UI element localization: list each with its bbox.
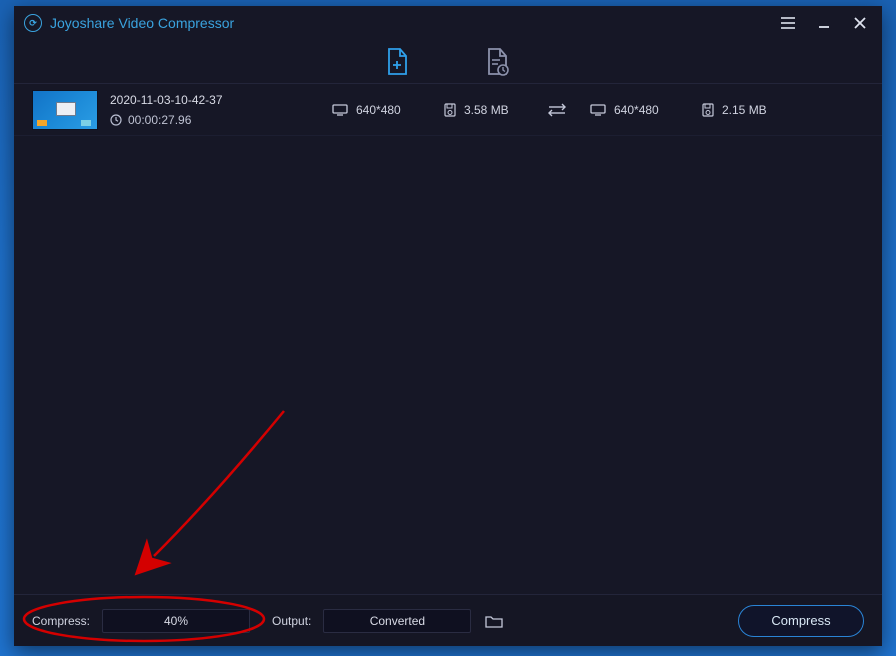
app-title: Joyoshare Video Compressor xyxy=(50,15,234,31)
compress-button[interactable]: Compress xyxy=(738,605,864,637)
disk-icon xyxy=(702,103,714,117)
file-duration-value: 00:00:27.96 xyxy=(128,113,191,127)
open-folder-button[interactable] xyxy=(483,610,505,632)
output-value-box[interactable]: Converted xyxy=(323,609,471,633)
titlebar: ⟳ Joyoshare Video Compressor xyxy=(14,6,882,40)
output-label: Output: xyxy=(272,614,311,628)
folder-icon xyxy=(485,614,503,628)
file-thumbnail xyxy=(32,90,98,130)
src-size: 3.58 MB xyxy=(444,103,524,117)
app-logo-icon: ⟳ xyxy=(24,14,42,32)
file-list: 2020-11-03-10-42-37 00:00:27.96 640*480 … xyxy=(14,84,882,594)
dst-resolution: 640*480 xyxy=(590,103,690,117)
compress-label: Compress: xyxy=(32,614,90,628)
menu-button[interactable] xyxy=(770,6,806,40)
dst-size: 2.15 MB xyxy=(702,103,782,117)
tab-add-file[interactable] xyxy=(380,44,416,80)
src-resolution: 640*480 xyxy=(332,103,432,117)
file-row[interactable]: 2020-11-03-10-42-37 00:00:27.96 640*480 … xyxy=(14,84,882,136)
compress-value-box[interactable]: 40% xyxy=(102,609,250,633)
app-window: ⟳ Joyoshare Video Compressor xyxy=(14,6,882,646)
monitor-icon xyxy=(332,104,348,116)
output-value: Converted xyxy=(370,614,425,628)
clock-icon xyxy=(110,114,122,126)
file-meta: 2020-11-03-10-42-37 00:00:27.96 xyxy=(110,93,320,127)
close-button[interactable] xyxy=(842,6,878,40)
arrow-swap-icon xyxy=(536,103,578,117)
tab-strip xyxy=(14,40,882,84)
bottom-bar: Compress: 40% Output: Converted Compress xyxy=(14,594,882,646)
compress-value: 40% xyxy=(164,614,188,628)
file-name: 2020-11-03-10-42-37 xyxy=(110,93,320,107)
disk-icon xyxy=(444,103,456,117)
monitor-icon xyxy=(590,104,606,116)
minimize-button[interactable] xyxy=(806,6,842,40)
compress-button-label: Compress xyxy=(771,613,830,628)
file-duration: 00:00:27.96 xyxy=(110,113,320,127)
tab-history[interactable] xyxy=(480,44,516,80)
